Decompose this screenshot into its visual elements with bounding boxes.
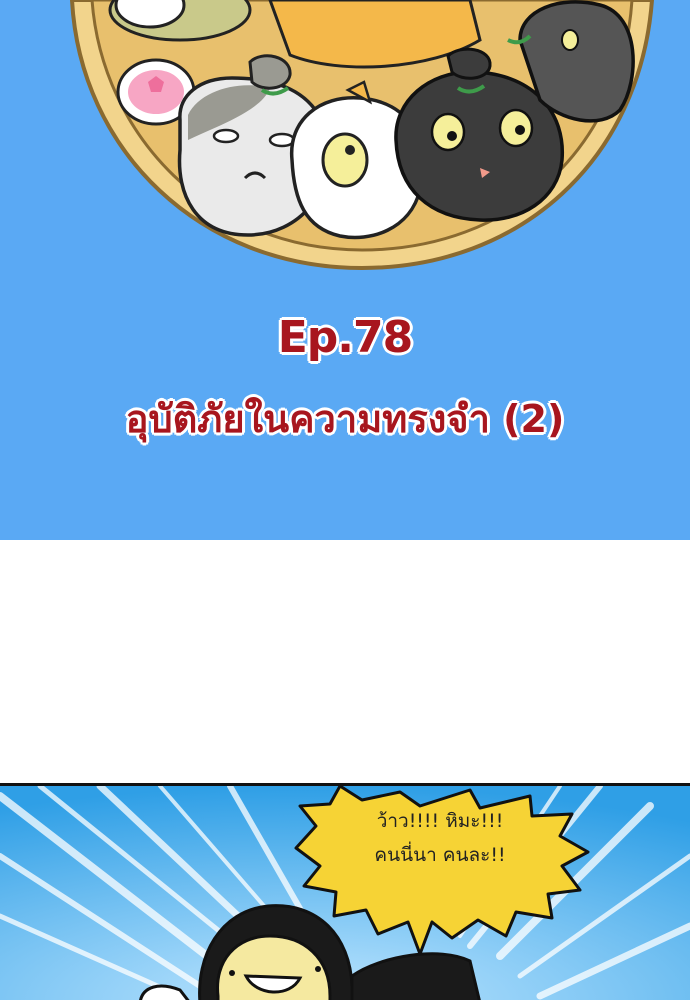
dumpling-steamer-illustration [69,0,655,271]
episode-title: อุบัติภัยในความทรงจำ (2) [125,397,565,441]
speech-line-1: ว้าว!!!! หิมะ!!! [376,810,504,832]
speech-line-2: คนนี่นา คนละ!! [374,844,506,866]
episode-number: Ep.78 [277,312,414,363]
panel-gutter [0,540,690,783]
title-panel: Ep.78 อุบัติภัยในความทรงจำ (2) [0,0,690,540]
comic-panel: ว้าว!!!! หิมะ!!! คนนี่นา คนละ!! [0,783,690,1000]
